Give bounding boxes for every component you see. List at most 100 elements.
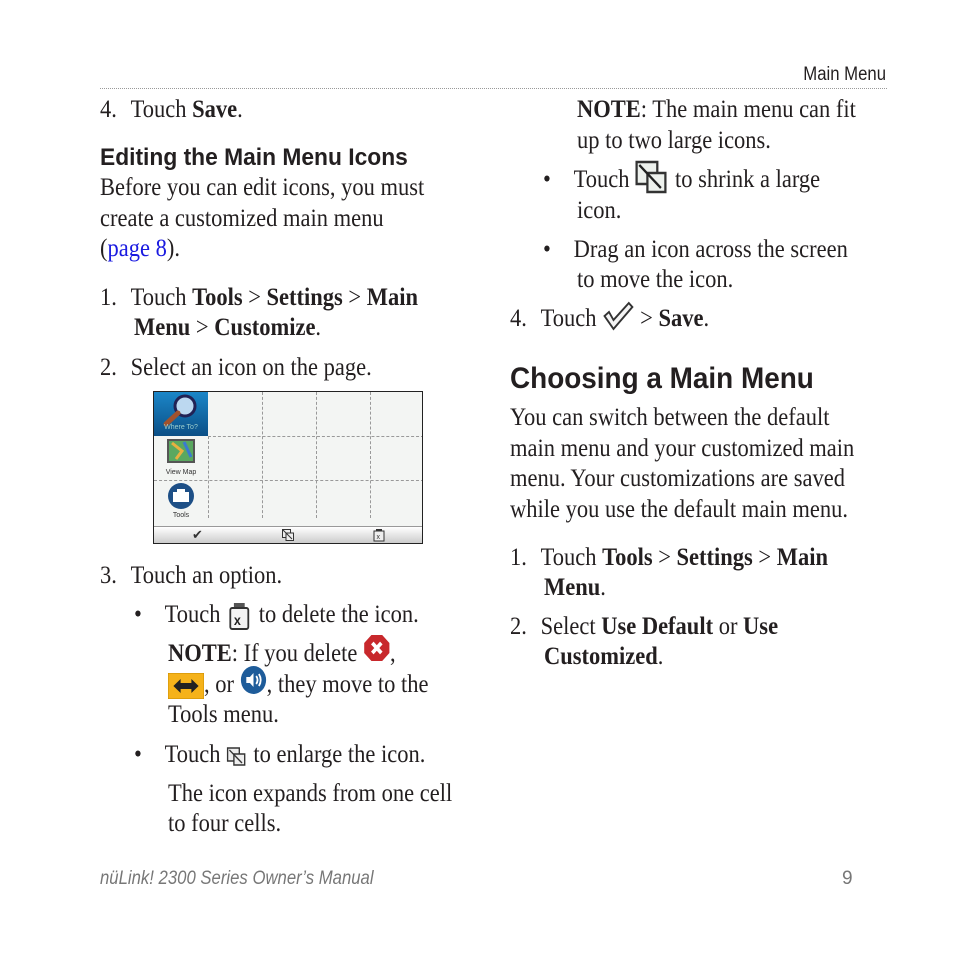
grid-line — [262, 392, 263, 518]
page-number: 9 — [842, 868, 853, 889]
step-number: 1. — [510, 544, 527, 571]
text: . — [600, 574, 606, 601]
step-1-line-2-right: Menu. — [544, 573, 606, 604]
text: . — [703, 305, 710, 332]
body-line-4: while you use the default main menu. — [510, 496, 849, 523]
text: > — [242, 284, 267, 311]
expand-line-2: to four cells. — [168, 810, 282, 837]
grid-line — [208, 436, 422, 437]
bold-text: Menu — [544, 574, 601, 601]
bullet: • — [543, 166, 551, 193]
device-screenshot: Where To? View Map Tools ✔ x — [153, 391, 423, 544]
menu-tile-where-to[interactable]: Where To? — [154, 392, 208, 436]
text: to enlarge the icon. — [247, 741, 426, 768]
footer-title: nüLink! 2300 Series Owner’s Manual — [100, 868, 374, 889]
text: to shrink a large — [669, 166, 821, 193]
step-number: 4. — [100, 96, 117, 123]
text: > — [190, 314, 215, 341]
checkmark-icon[interactable]: ✔ — [192, 527, 203, 543]
text: Drag an icon across the screen — [573, 236, 848, 263]
bold-text: Settings — [266, 284, 343, 311]
shrink-icon — [635, 161, 667, 194]
grid-line — [370, 392, 371, 518]
bullet: • — [134, 741, 142, 768]
bullet-enlarge: • Touch to enlarge the icon. — [134, 740, 425, 771]
running-header: Main Menu — [803, 64, 886, 85]
bold-text: Save — [658, 305, 704, 332]
svg-text:x: x — [234, 613, 242, 629]
step-2-line-2: Customized. — [544, 642, 663, 673]
bullet: • — [134, 601, 142, 628]
detour-arrows-icon — [168, 673, 204, 700]
enlarge-icon — [227, 747, 246, 767]
text: Touch — [164, 741, 227, 768]
step-3-option: 3. Touch an option. — [100, 561, 282, 592]
step-4-save-right: 4. Touch > Save. — [510, 301, 710, 335]
bold-text: Save — [192, 96, 238, 123]
trash-icon: x — [229, 603, 250, 631]
body-line-2: main menu and your customized main — [510, 435, 855, 462]
text: > — [752, 544, 777, 571]
svg-text:x: x — [377, 534, 381, 541]
note-delete-line-3: Tools menu. — [168, 701, 279, 728]
note-label: NOTE — [577, 96, 641, 123]
grid-line — [316, 392, 317, 518]
bold-text: Settings — [676, 544, 753, 571]
text: Touch — [573, 166, 636, 193]
body-line-3: menu. Your customizations are saved — [510, 465, 845, 492]
text: Touch — [164, 601, 227, 628]
body-line-1: You can switch between the default — [510, 404, 830, 431]
section-heading-editing: Editing the Main Menu Icons — [100, 144, 408, 171]
text: > — [634, 305, 659, 332]
text: or — [713, 613, 744, 640]
text: . — [315, 314, 322, 341]
bold-text: Tools — [602, 544, 653, 571]
magnifier-icon — [163, 394, 197, 427]
step-number: 2. — [100, 354, 117, 381]
text: . — [237, 96, 243, 123]
note-label: NOTE — [168, 640, 232, 667]
note-delete: NOTE: If you delete , — [168, 635, 396, 670]
step-2-use-default: 2. Select Use Default or Use — [510, 612, 778, 643]
menu-tile-view-map[interactable]: View Map — [154, 437, 208, 481]
bold-text: Customized — [544, 643, 658, 670]
text: : If you delete — [231, 640, 363, 667]
text: : The main menu can fit — [640, 96, 856, 123]
intro-line-3: (page 8). — [100, 234, 180, 265]
text: , they move to the — [266, 671, 429, 698]
step-number: 3. — [100, 562, 117, 589]
stop-delete-icon — [363, 635, 390, 662]
step-number: 1. — [100, 284, 117, 311]
note-delete-line-2: , or , they move to the — [168, 666, 429, 701]
intro-line-1: Before you can edit icons, you must — [100, 174, 425, 201]
step-2-select: 2. Select an icon on the page. — [100, 353, 372, 384]
text: > — [342, 284, 367, 311]
step-number: 2. — [510, 613, 527, 640]
bullet-drag: • Drag an icon across the screen — [543, 235, 848, 266]
step-number: 4. — [510, 305, 527, 332]
checkmark-icon — [603, 301, 634, 331]
page-link[interactable]: page 8 — [107, 235, 166, 262]
grid-line — [208, 436, 209, 518]
bullet: • — [543, 236, 551, 263]
text: ). — [166, 235, 180, 262]
trash-icon[interactable]: x — [373, 528, 385, 542]
text: to delete the icon. — [253, 601, 419, 628]
step-1-customize: 1. Touch Tools > Settings > Main — [100, 283, 418, 314]
text: , or — [204, 671, 240, 698]
expand-line-1: The icon expands from one cell — [168, 780, 453, 807]
bold-text: Main — [776, 544, 829, 571]
menu-tile-tools[interactable]: Tools — [154, 482, 208, 526]
note-large-icons: NOTE: The main menu can fit — [577, 95, 856, 126]
text: Touch — [130, 96, 193, 123]
text: Touch — [540, 544, 603, 571]
tile-label: View Map — [165, 469, 197, 476]
text: Select an icon on the page. — [130, 354, 372, 381]
text: > — [652, 544, 677, 571]
text: Touch an option. — [130, 562, 283, 589]
toolbox-icon — [168, 483, 194, 509]
resize-icon[interactable] — [282, 529, 294, 541]
tile-label: Tools — [172, 512, 190, 519]
bold-text: Customize — [214, 314, 316, 341]
text: Touch — [540, 305, 603, 332]
